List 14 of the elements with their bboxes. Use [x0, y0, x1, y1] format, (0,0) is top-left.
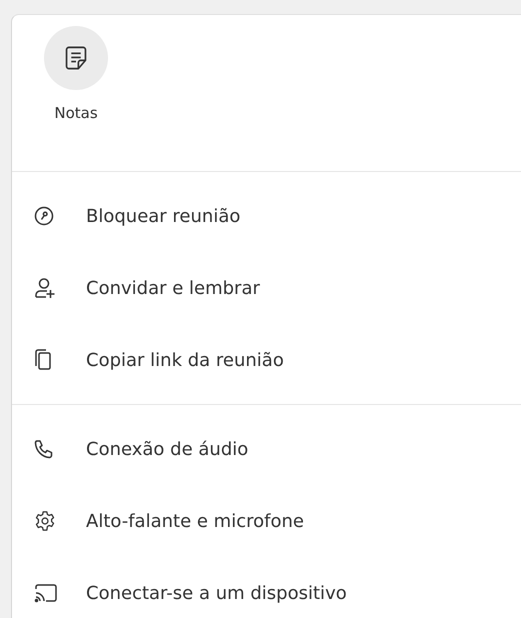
settings-icon — [34, 510, 56, 532]
menu-item[interactable]: Conexão de áudio — [12, 413, 521, 485]
menu-item[interactable]: Alto-falante e microfone — [12, 485, 521, 557]
menu-item[interactable]: Copiar link da reunião — [12, 324, 521, 396]
menu-item[interactable]: Conectar-se a um dispositivo — [12, 557, 521, 618]
menu-item[interactable]: Bloquear reunião — [12, 180, 521, 252]
cast-icon — [34, 583, 58, 603]
notes-icon — [63, 45, 89, 71]
phone-icon — [34, 439, 54, 459]
person-add-icon — [34, 277, 56, 299]
copy-icon — [34, 349, 52, 371]
key-icon — [34, 206, 54, 226]
notes-label: Notas — [54, 104, 98, 122]
menu-item[interactable]: Convidar e lembrar — [12, 252, 521, 324]
